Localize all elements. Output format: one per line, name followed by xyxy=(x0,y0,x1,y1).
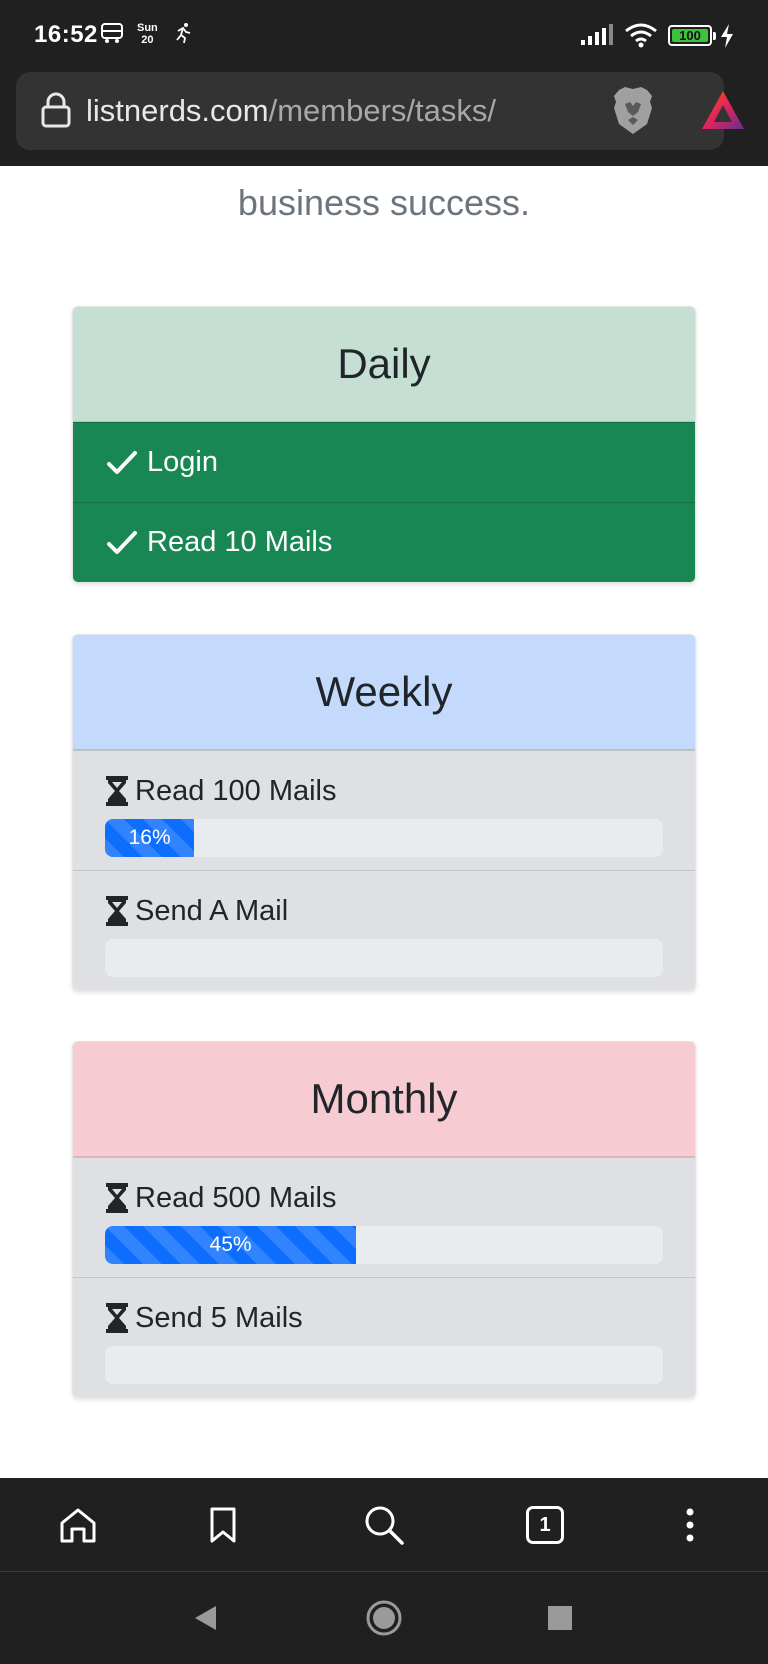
progress-fill: 45% xyxy=(105,1226,357,1264)
tabs-button[interactable]: 1 xyxy=(505,1478,585,1572)
task-label-row: Read 500 Mails xyxy=(105,1180,663,1216)
search-button[interactable] xyxy=(344,1478,424,1572)
task-item-read-100-mails: Read 100 Mails 16% xyxy=(73,750,695,870)
nav-recents-button[interactable] xyxy=(515,1572,605,1664)
daily-tasks-card: Daily Login Read 10 Mails xyxy=(72,306,696,583)
task-item-read-500-mails: Read 500 Mails 45% xyxy=(73,1157,695,1277)
recents-square-icon xyxy=(548,1606,572,1630)
task-item-send-a-mail: Send A Mail xyxy=(73,870,695,990)
charging-icon xyxy=(721,24,733,48)
task-item-login: Login xyxy=(73,422,695,502)
task-label: Send A Mail xyxy=(135,894,289,927)
home-button[interactable] xyxy=(38,1478,118,1572)
system-nav-bar xyxy=(0,1572,768,1664)
monthly-tasks-card: Monthly Read 500 Mails 45% Send 5 Mails xyxy=(72,1041,696,1398)
progress-bar: 16% xyxy=(105,819,663,857)
browser-bottom-toolbar: 1 xyxy=(0,1478,768,1572)
home-circle-icon xyxy=(366,1600,402,1636)
menu-button[interactable] xyxy=(650,1478,730,1572)
url-text[interactable]: listnerds.com/members/tasks/ xyxy=(86,93,496,129)
intro-text-line: business success. xyxy=(237,182,531,223)
status-date: Sun 20 xyxy=(137,22,158,46)
bus-icon xyxy=(101,23,123,43)
bookmark-icon xyxy=(210,1507,236,1543)
status-bar: 16:52 Sun 20 100 xyxy=(0,0,768,70)
task-item-read-10-mails: Read 10 Mails xyxy=(73,502,695,582)
brave-rewards-icon[interactable] xyxy=(700,89,746,131)
task-label: Send 5 Mails xyxy=(135,1301,303,1334)
wifi-icon xyxy=(625,23,657,48)
monthly-card-header: Monthly xyxy=(73,1042,695,1157)
back-triangle-icon xyxy=(195,1606,216,1630)
task-label: Login xyxy=(147,446,218,478)
hourglass-icon xyxy=(106,1183,128,1213)
browser-top-bar: listnerds.com/members/tasks/ xyxy=(0,70,768,166)
running-icon xyxy=(176,23,191,44)
task-label: Read 100 Mails xyxy=(135,774,337,807)
tab-count: 1 xyxy=(526,1506,564,1544)
url-path: /members/tasks/ xyxy=(268,93,496,128)
task-item-send-5-mails: Send 5 Mails xyxy=(73,1277,695,1397)
battery-icon: 100 xyxy=(668,25,716,46)
progress-fill: 16% xyxy=(105,819,195,857)
status-time: 16:52 xyxy=(34,21,98,48)
weekly-card-header: Weekly xyxy=(73,635,695,750)
nav-home-button[interactable] xyxy=(339,1572,429,1664)
nav-back-button[interactable] xyxy=(160,1572,250,1664)
hourglass-icon xyxy=(106,776,128,806)
hourglass-icon xyxy=(106,896,128,926)
progress-bar: 45% xyxy=(105,1226,663,1264)
intro-text: business success. xyxy=(0,166,768,224)
brave-shields-icon[interactable] xyxy=(611,86,655,136)
weekly-tasks-card: Weekly Read 100 Mails 16% Send A Mail xyxy=(72,634,696,991)
task-label-row: Send A Mail xyxy=(105,893,663,929)
progress-bar xyxy=(105,939,663,977)
task-label: Read 10 Mails xyxy=(147,526,333,558)
hourglass-icon xyxy=(106,1303,128,1333)
signal-icon xyxy=(581,24,613,45)
url-domain: listnerds.com xyxy=(86,93,269,128)
bookmarks-button[interactable] xyxy=(183,1478,263,1572)
battery-level: 100 xyxy=(679,28,701,43)
check-icon xyxy=(107,450,137,474)
search-icon xyxy=(365,1506,404,1545)
status-date-day: Sun xyxy=(137,22,158,34)
status-date-num: 20 xyxy=(141,34,154,46)
daily-card-header: Daily xyxy=(73,307,695,422)
check-icon xyxy=(107,530,137,554)
progress-bar xyxy=(105,1346,663,1384)
task-label-row: Read 100 Mails xyxy=(105,773,663,809)
more-vertical-icon xyxy=(686,1508,694,1542)
task-label: Read 500 Mails xyxy=(135,1181,337,1214)
lock-icon xyxy=(41,92,71,128)
home-icon xyxy=(60,1508,96,1543)
task-label-row: Send 5 Mails xyxy=(105,1300,663,1336)
address-bar[interactable]: listnerds.com/members/tasks/ xyxy=(16,72,744,150)
